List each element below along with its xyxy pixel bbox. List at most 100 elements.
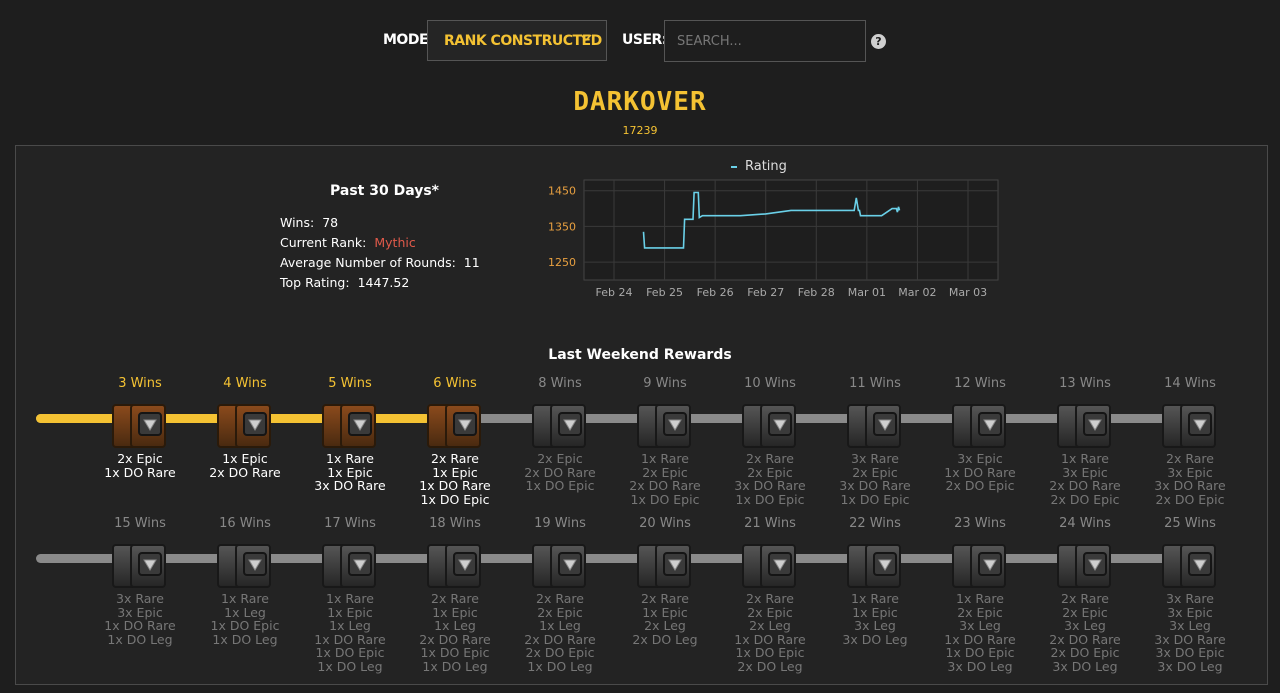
reward-wins-label: 15 Wins [114, 516, 166, 531]
x-tick-label: Feb 25 [646, 286, 683, 299]
reward-items: 1x Rare 2x Epic 2x DO Rare 1x DO Epic [605, 452, 725, 506]
reward-wins-label: 16 Wins [219, 516, 271, 531]
x-tick-label: Feb 26 [697, 286, 734, 299]
reward-item-line: 2x DO Epic [1050, 491, 1120, 507]
reward-slot[interactable]: 15 Wins 3x Rare 3x Epic 1x DO Rare 1x DO Leg [80, 516, 200, 646]
reward-slot[interactable]: 17 Wins 1x Rare 1x Epic 1x Leg 1x DO Rare 1x … [290, 516, 410, 673]
reward-item-line: 2x Epic [537, 451, 583, 466]
reward-slot[interactable]: 20 Wins 2x Rare 1x Epic 2x Leg 2x DO Leg [605, 516, 725, 646]
reward-item-line: 1x DO Rare [944, 464, 1016, 480]
reward-slot[interactable]: 9 Wins 1x Rare 2x Epic 2x DO Rare 1x DO Epic [605, 376, 725, 506]
reward-chest-icon [1057, 542, 1113, 590]
reward-item-line: 1x DO Epic [630, 491, 700, 507]
reward-slot[interactable]: 24 Wins 2x Rare 2x Epic 3x Leg 2x DO Rare 2x … [1025, 516, 1145, 673]
reward-slot[interactable]: 11 Wins 3x Rare 2x Epic 3x DO Rare 1x DO Epi… [815, 376, 935, 506]
rewards-title: Last Weekend Rewards [548, 347, 732, 363]
reward-slot[interactable]: 8 Wins 2x Epic 2x DO Rare 1x DO Epic [500, 376, 620, 493]
reward-slot[interactable]: 23 Wins 1x Rare 2x Epic 3x Leg 1x DO Rare 1x … [920, 516, 1040, 673]
reward-slot[interactable]: 13 Wins 1x Rare 3x Epic 2x DO Rare 2x DO Epi… [1025, 376, 1145, 506]
x-tick-label: Mar 01 [848, 286, 886, 299]
reward-wins-label: 14 Wins [1164, 376, 1216, 391]
reward-item-line: 1x DO Rare [734, 631, 806, 647]
reward-items: 1x Rare 1x Epic 3x Leg 3x DO Leg [815, 592, 935, 646]
reward-item-line: 3x Leg [1064, 618, 1106, 633]
stat-top-label: Top Rating: [280, 275, 350, 290]
reward-wins-label: 5 Wins [328, 376, 372, 391]
reward-item-line: 2x Epic [1062, 604, 1108, 620]
reward-item-line: 2x Rare [746, 591, 794, 606]
reward-chest-icon [217, 542, 273, 590]
reward-slot[interactable]: 10 Wins 2x Rare 2x Epic 3x DO Rare 1x DO Epi… [710, 376, 830, 506]
reward-items: 1x Rare 1x Epic 3x DO Rare [290, 452, 410, 493]
reward-item-line: 2x DO Rare [419, 631, 491, 647]
stat-rounds: Average Number of Rounds: 11 [280, 255, 480, 270]
reward-chest-icon [952, 542, 1008, 590]
reward-chest-icon [112, 402, 168, 450]
reward-chest-icon [847, 542, 903, 590]
reward-item-line: 1x Leg [224, 604, 266, 620]
reward-item-line: 2x DO Epic [945, 478, 1015, 493]
reward-item-line: 1x Rare [326, 451, 374, 466]
reward-slot[interactable]: 16 Wins 1x Rare 1x Leg 1x DO Epic 1x DO Leg [185, 516, 305, 646]
reward-slot[interactable]: 21 Wins 2x Rare 2x Epic 2x Leg 1x DO Rare 1x … [710, 516, 830, 673]
player-name: DARKOVER [573, 87, 707, 117]
reward-item-line: 1x Rare [221, 591, 269, 606]
reward-wins-label: 9 Wins [643, 376, 687, 391]
reward-item-line: 1x DO Leg [527, 658, 593, 674]
stat-rank-value: Mythic [374, 235, 416, 250]
reward-wins-label: 18 Wins [429, 516, 481, 531]
reward-item-line: 1x DO Leg [107, 631, 173, 647]
reward-item-line: 1x DO Epic [945, 645, 1015, 660]
reward-slot[interactable]: 6 Wins 2x Rare 1x Epic 1x DO Rare 1x DO Epic [395, 376, 515, 506]
stat-top-value: 1447.52 [357, 275, 410, 290]
reward-slot[interactable]: 25 Wins 3x Rare 3x Epic 3x Leg 3x DO Rare 3x … [1130, 516, 1250, 673]
reward-item-line: 3x DO Rare [1154, 478, 1226, 493]
reward-items: 1x Rare 2x Epic 3x Leg 1x DO Rare 1x DO Epic… [920, 592, 1040, 673]
reward-items: 2x Rare 1x Epic 2x Leg 2x DO Leg [605, 592, 725, 646]
reward-slot[interactable]: 14 Wins 2x Rare 3x Epic 3x DO Rare 2x DO Epi… [1130, 376, 1250, 506]
reward-slot[interactable]: 5 Wins 1x Rare 1x Epic 3x DO Rare [290, 376, 410, 493]
reward-item-line: 1x Leg [329, 618, 371, 633]
x-tick-label: Feb 28 [798, 286, 835, 299]
reward-item-line: 2x Epic [642, 464, 688, 480]
reward-item-line: 1x DO Leg [212, 631, 278, 647]
reward-items: 2x Rare 2x Epic 3x Leg 2x DO Rare 2x DO Epic… [1025, 592, 1145, 673]
reward-wins-label: 22 Wins [849, 516, 901, 531]
reward-item-line: 1x Epic [327, 464, 373, 480]
reward-item-line: 1x Epic [852, 604, 898, 620]
reward-item-line: 3x Rare [851, 451, 899, 466]
reward-item-line: 3x Rare [116, 591, 164, 606]
reward-slot[interactable]: 22 Wins 1x Rare 1x Epic 3x Leg 3x DO Leg [815, 516, 935, 646]
reward-item-line: 1x Epic [432, 604, 478, 620]
reward-item-line: 1x DO Epic [210, 618, 280, 633]
reward-slot[interactable]: 3 Wins 2x Epic 1x DO Rare [80, 376, 200, 479]
reward-item-line: 1x Epic [642, 604, 688, 620]
stats-title: Past 30 Days* [330, 183, 440, 199]
reward-slot[interactable]: 4 Wins 1x Epic 2x DO Rare [185, 376, 305, 479]
reward-items: 2x Rare 2x Epic 1x Leg 2x DO Rare 2x DO Epic… [500, 592, 620, 673]
reward-wins-label: 19 Wins [534, 516, 586, 531]
reward-item-line: 2x Epic [117, 451, 163, 466]
reward-wins-label: 4 Wins [223, 376, 267, 391]
reward-item-line: 3x DO Leg [842, 631, 908, 647]
reward-chest-icon [322, 402, 378, 450]
reward-item-line: 2x DO Rare [1049, 631, 1121, 647]
legend-swatch [731, 165, 737, 168]
reward-wins-label: 6 Wins [433, 376, 477, 391]
reward-item-line: 3x DO Leg [1052, 658, 1118, 674]
mode-dropdown[interactable]: RANK CONSTRUCTED [427, 20, 607, 61]
reward-item-line: 3x Leg [854, 618, 896, 633]
reward-slot[interactable]: 12 Wins 3x Epic 1x DO Rare 2x DO Epic [920, 376, 1040, 493]
reward-slot[interactable]: 18 Wins 2x Rare 1x Epic 1x Leg 2x DO Rare 1x … [395, 516, 515, 673]
stat-rounds-value: 11 [463, 255, 480, 270]
user-search-input[interactable] [664, 20, 866, 62]
reward-item-line: 2x DO Leg [632, 631, 698, 647]
help-icon[interactable]: ? [871, 34, 886, 49]
reward-items: 3x Rare 2x Epic 3x DO Rare 1x DO Epic [815, 452, 935, 506]
y-tick-label: 1250 [548, 256, 576, 269]
user-label: USER: [622, 32, 667, 48]
reward-slot[interactable]: 19 Wins 2x Rare 2x Epic 1x Leg 2x DO Rare 2x … [500, 516, 620, 673]
stat-rounds-label: Average Number of Rounds: [280, 255, 456, 270]
reward-item-line: 2x Rare [431, 451, 479, 466]
reward-chest-icon [112, 542, 168, 590]
